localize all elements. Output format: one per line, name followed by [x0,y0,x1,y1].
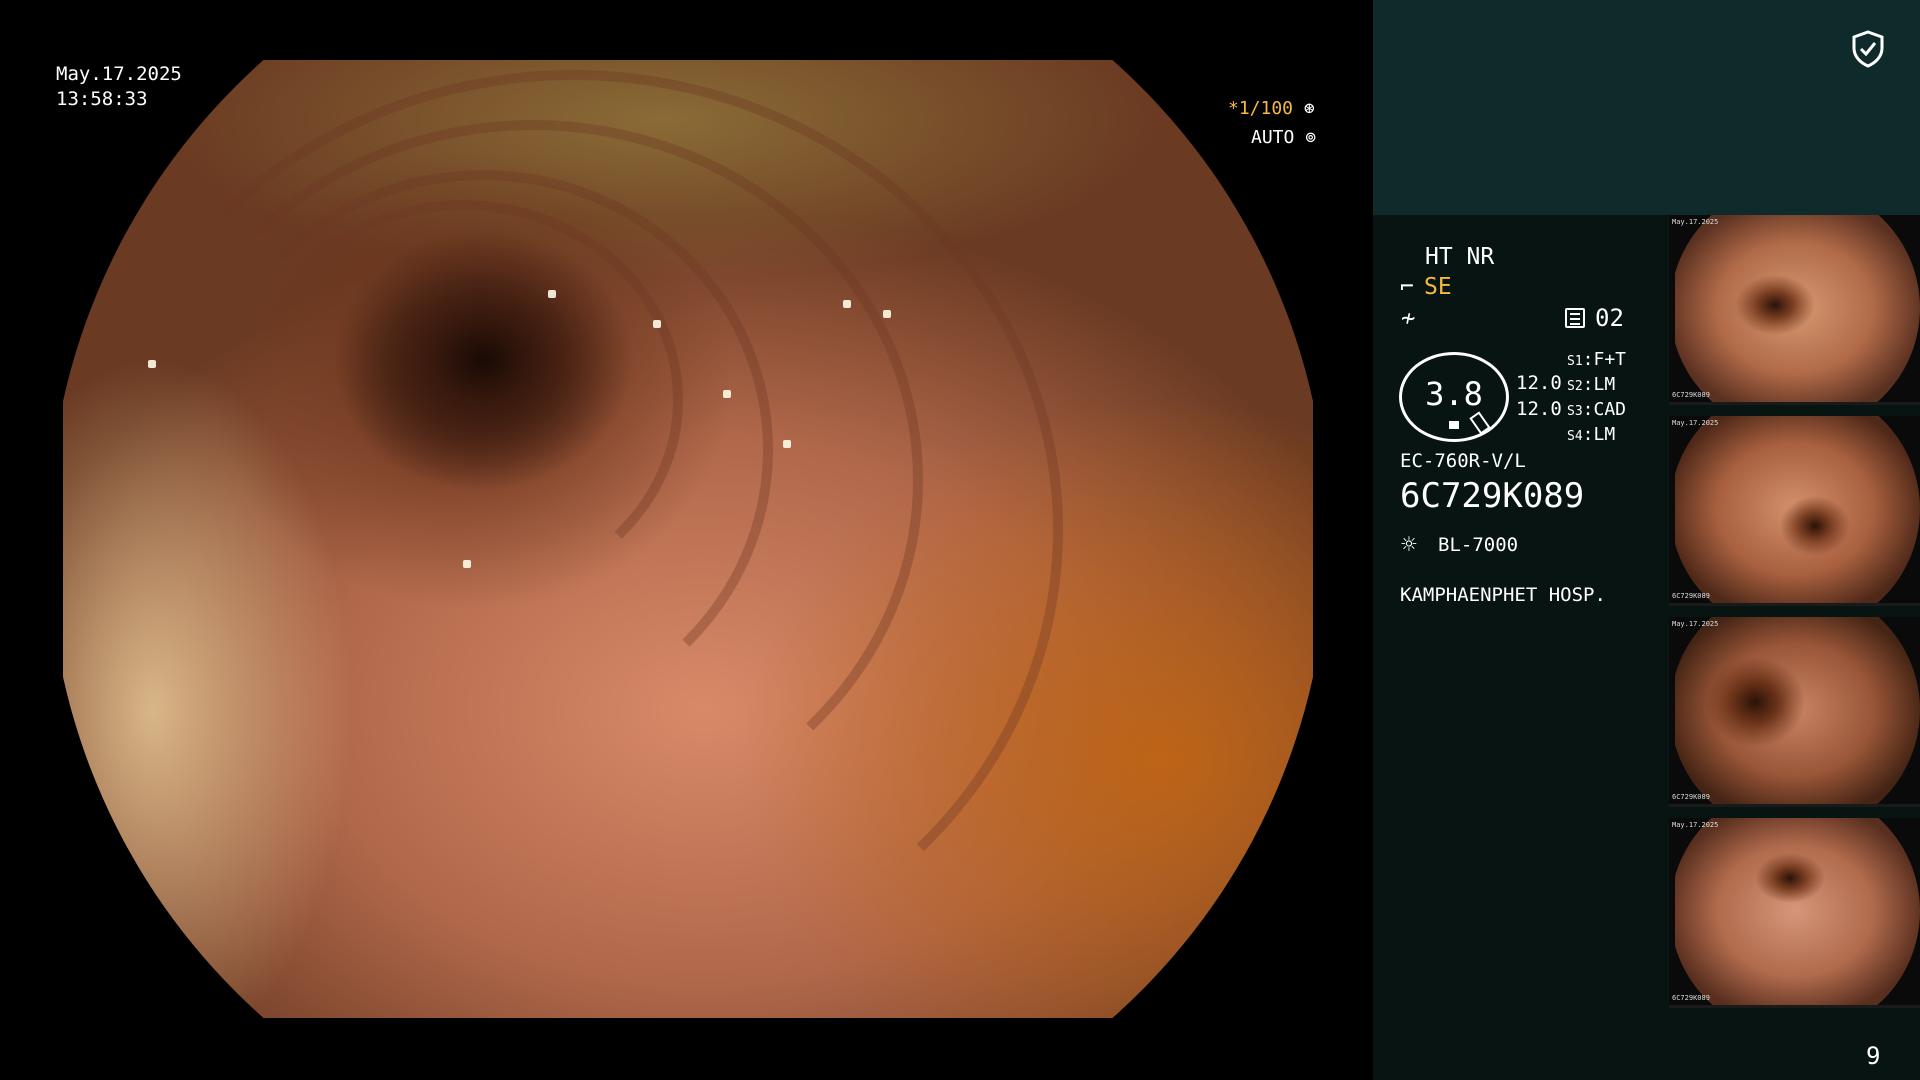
switch-key: S1 [1567,354,1583,369]
memo-value: 02 [1595,304,1624,332]
gauge-marker [1449,421,1459,429]
time-text: 13:58:33 [56,88,148,110]
enhancement-mode: ⌐ SE [1400,274,1452,300]
switch-key: S4 [1567,429,1583,444]
light-reflection [883,310,891,318]
page-number: 9 [1866,1042,1881,1070]
shutter-speed: *1/100 ⊛ [1228,98,1373,119]
gauge: 3.8 [1399,352,1509,442]
thumbnail-photo [1675,617,1920,804]
light-source-icon: ☼ [1401,530,1417,560]
gauge-value: 3.8 [1425,375,1483,413]
thumbnail-image[interactable]: May.17.2025 6C729K089 [1669,818,1920,1008]
switch-value: CAD [1593,399,1627,420]
thumbnail-date: May.17.2025 [1672,620,1719,628]
switch-row: S4:LM [1567,424,1616,445]
switch-row: S1:F+T [1567,349,1627,370]
shield-check-icon[interactable] [1851,30,1885,68]
light-reflection [463,560,471,568]
thumbnail-photo [1675,416,1920,603]
thumbnail-serial: 6C729K089 [1672,592,1710,600]
enhancement-icon: ⌐ [1400,274,1414,300]
light-reflection [723,390,731,398]
gauge-needle-icon [1469,411,1491,435]
panel-header [1373,0,1920,215]
light-reflection [843,300,851,308]
value-1: 12.0 [1516,372,1562,394]
switch-key: S2 [1567,379,1583,394]
thumbnail-date: May.17.2025 [1672,821,1719,829]
scope-model: EC-760R-V/L [1400,450,1526,472]
hospital-name: KAMPHAENPHET HOSP. [1400,584,1606,606]
thumbnail-serial: 6C729K089 [1672,793,1710,801]
iris-icon: ⊚ [1305,127,1317,148]
enhancement-text: SE [1424,274,1452,300]
thumbnail-image[interactable]: May.17.2025 6C729K089 [1669,617,1920,807]
scope-serial: 6C729K089 [1400,476,1585,516]
thumbnail-date: May.17.2025 [1672,218,1719,226]
light-reflection [653,320,661,328]
light-source-model: BL-7000 [1438,534,1519,556]
shutter-text: *1/100 [1228,98,1294,119]
switch-row: S2:LM [1567,374,1616,395]
aperture-icon: ⊛ [1303,98,1315,119]
switch-value: F+T [1593,349,1627,370]
value-2: 12.0 [1516,398,1562,420]
thumbnail-image[interactable]: May.17.2025 6C729K089 [1669,215,1920,405]
light-reflection [548,290,556,298]
curve-icon: ≁ [1401,304,1416,332]
thumbnail-serial: 6C729K089 [1672,994,1710,1002]
switch-value: LM [1593,424,1616,445]
light-reflection [148,360,156,368]
thumbnail-date: May.17.2025 [1672,419,1719,427]
switch-value: LM [1593,374,1616,395]
mucosal-fold [83,70,1063,990]
iris-text: AUTO [1251,127,1295,148]
ht-nr-label: HT NR [1425,244,1495,270]
date-time-readout: May.17.2025 13:58:33 [56,62,182,112]
light-reflection [783,440,791,448]
iris-mode: AUTO ⊚ [1251,127,1316,148]
date-text: May.17.2025 [56,63,182,85]
switch-key: S3 [1567,404,1583,419]
thumbnail-image[interactable]: May.17.2025 6C729K089 [1669,416,1920,606]
endoscope-main-view: May.17.2025 13:58:33 *1/100 ⊛ AUTO ⊚ [0,0,1373,1080]
thumbnail-photo [1675,818,1920,1005]
endoscope-image [63,60,1313,1018]
thumbnail-photo [1675,215,1920,402]
memo-icon [1565,308,1585,328]
switch-row: S3:CAD [1567,399,1627,420]
thumbnail-serial: 6C729K089 [1672,391,1710,399]
